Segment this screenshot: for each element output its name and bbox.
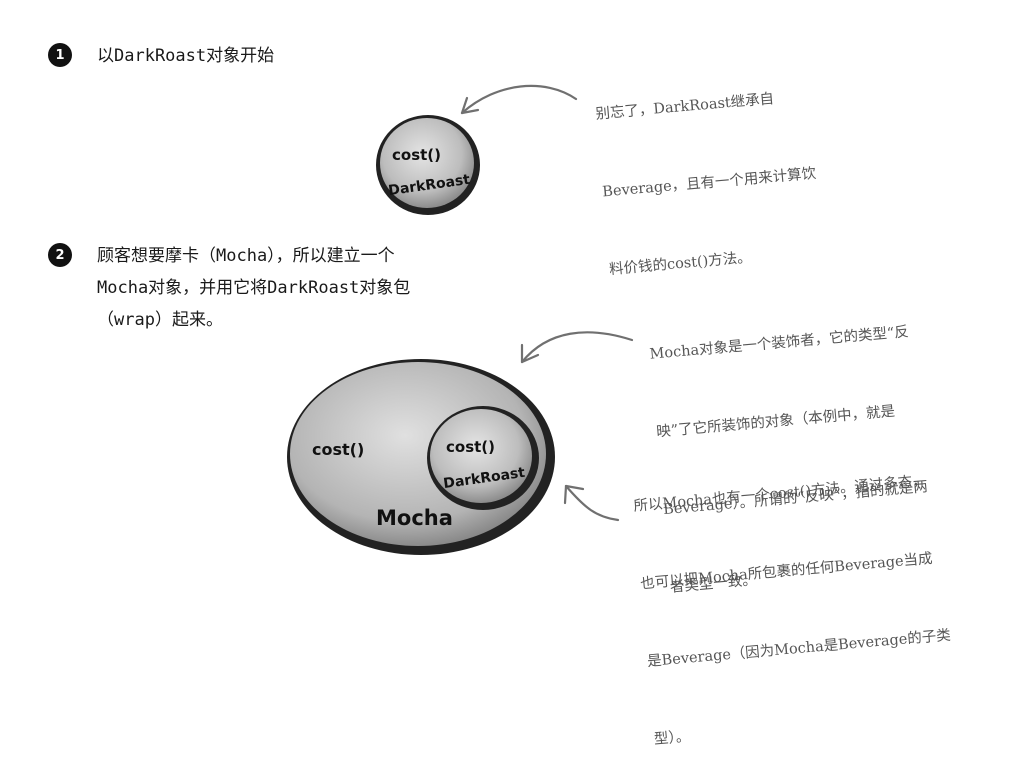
darkroast-cost-label: cost() — [392, 146, 441, 164]
note-2-line-1: Mocha对象是一个装饰者，它的类型“反 — [648, 324, 910, 363]
note-mocha-cost: 所以Mocha也有一个cost()方法。通过多态， 也可以把Mocha所包裹的任… — [628, 415, 961, 778]
wrapped-darkroast-cost-label: cost() — [446, 438, 495, 456]
darkroast-object: cost() DarkRoast — [376, 115, 480, 215]
mocha-name-label: Mocha — [376, 506, 453, 530]
note-3-line-4: 型）。 — [653, 728, 691, 748]
note-1-line-2: Beverage，且有一个用来计算饮 — [601, 165, 817, 201]
mocha-cost-label: cost() — [312, 440, 364, 459]
arrow-1-icon — [460, 84, 578, 115]
note-3-line-2: 也可以把Mocha所包裹的任何Beverage当成 — [639, 550, 934, 593]
arrow-2-icon — [520, 331, 634, 364]
note-darkroast-inherits: 别忘了，DarkRoast继承自 Beverage，且有一个用来计算饮 料价钱的… — [590, 31, 826, 309]
wrapped-darkroast-object: cost() DarkRoast — [427, 406, 539, 510]
note-3-line-3: 是Beverage（因为Mocha是Beverage的子类 — [646, 627, 952, 671]
note-3-line-1: 所以Mocha也有一个cost()方法。通过多态， — [632, 473, 928, 515]
arrow-3-icon — [563, 484, 620, 522]
note-1-line-1: 别忘了，DarkRoast继承自 — [594, 91, 775, 123]
